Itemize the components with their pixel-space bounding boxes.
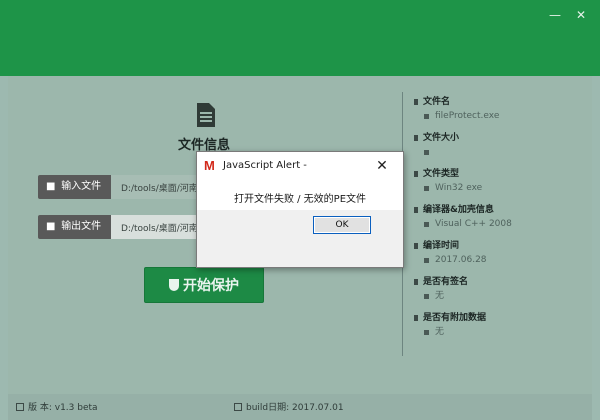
folder-icon: ■	[46, 181, 56, 192]
folder-icon: ■	[46, 221, 56, 232]
info-key: 文件类型	[413, 167, 593, 181]
info-value: Win32 exe	[413, 181, 593, 195]
build-date-text: build日期: 2017.07.01	[234, 400, 344, 413]
version-icon	[16, 403, 24, 411]
close-window-button[interactable]: ✕	[576, 9, 586, 21]
info-item: 编译器&加壳信息 Visual C++ 2008	[413, 203, 593, 239]
output-file-label: 输出文件	[61, 221, 102, 232]
info-value: 2017.06.28	[413, 253, 593, 267]
info-value: 无	[413, 325, 593, 339]
browser-logo-icon: M	[204, 158, 215, 173]
output-file-button[interactable]: ■ 输出文件	[38, 215, 111, 239]
info-key: 编译时间	[413, 239, 593, 253]
info-value: 无	[413, 289, 593, 303]
info-key: 是否有附加数据	[413, 311, 593, 325]
info-key: 文件大小	[413, 131, 593, 145]
version-label: 版 本: v1.3 beta	[28, 403, 98, 413]
build-date-label: build日期: 2017.07.01	[246, 403, 344, 413]
alert-ok-button[interactable]: OK	[313, 216, 371, 234]
alert-message: 打开文件失败 / 无效的PE文件	[233, 194, 367, 205]
input-file-label: 输入文件	[61, 181, 102, 192]
info-value: fileProtect.exe	[413, 109, 593, 123]
status-bar: 版 本: v1.3 beta build日期: 2017.07.01	[8, 394, 592, 420]
title-bar: — ✕	[0, 0, 600, 76]
info-item: 是否有附加数据 无	[413, 311, 593, 347]
info-value: Visual C++ 2008	[413, 217, 593, 231]
info-item: 文件类型 Win32 exe	[413, 167, 593, 203]
input-file-button[interactable]: ■ 输入文件	[38, 175, 111, 199]
info-item: 是否有签名 无	[413, 275, 593, 311]
document-icon	[197, 103, 215, 127]
info-key: 是否有签名	[413, 275, 593, 289]
alert-footer: OK	[197, 210, 403, 267]
alert-dialog: M JavaScript Alert - ✕ 打开文件失败 / 无效的PE文件 …	[196, 151, 404, 268]
info-item: 文件名 fileProtect.exe	[413, 95, 593, 131]
alert-close-button[interactable]: ✕	[361, 156, 403, 176]
info-key: 编译器&加壳信息	[413, 203, 593, 217]
info-item: 编译时间 2017.06.28	[413, 239, 593, 275]
start-protect-button[interactable]: 开始保护	[144, 267, 264, 303]
start-protect-label: 开始保护	[183, 278, 239, 294]
alert-title: JavaScript Alert -	[223, 160, 307, 171]
alert-title-bar: M JavaScript Alert - ✕	[197, 152, 403, 180]
info-item: 文件大小	[413, 131, 593, 167]
minimize-button[interactable]: —	[549, 9, 561, 21]
info-key: 文件名	[413, 95, 593, 109]
shield-icon	[169, 279, 179, 291]
calendar-icon	[234, 403, 242, 411]
version-text: 版 本: v1.3 beta	[16, 400, 98, 413]
file-info-list: 文件名 fileProtect.exe 文件大小 文件类型 Win32 exe …	[413, 95, 593, 347]
